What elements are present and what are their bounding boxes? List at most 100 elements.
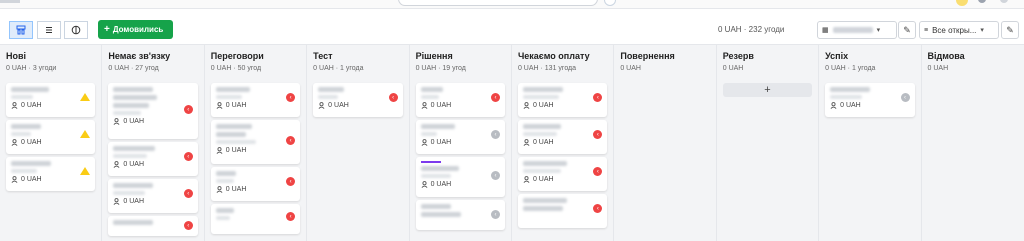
notification-icon[interactable] <box>956 0 968 6</box>
edit-filter-button[interactable]: ✎ <box>1001 21 1019 39</box>
column-awaiting-payment: Чекаємо оплату 0 UAH · 131 угода ‹ 0 UAH… <box>512 45 615 241</box>
pencil-icon: ✎ <box>903 24 911 35</box>
overdue-icon: ‹ <box>183 105 193 114</box>
deal-card[interactable]: 0 UAH <box>6 120 96 154</box>
user-icon <box>421 102 428 109</box>
add-deal-button[interactable]: + Домовились <box>98 20 173 39</box>
column-summary: 0 UAH · 1 угода <box>825 65 876 72</box>
pipeline-name <box>832 27 873 33</box>
column-summary: 0 UAH <box>927 65 949 72</box>
deal-card[interactable]: ‹ <box>210 204 301 234</box>
deal-card[interactable]: ‹ 0 UAH <box>313 83 403 117</box>
deal-card[interactable]: ‹ 0 UAH <box>517 157 608 191</box>
column-refusal: Відмова 0 UAH <box>922 45 1024 241</box>
column-title: Відмова <box>927 51 965 61</box>
deal-amount: 0 UAH <box>532 176 554 183</box>
kanban-board: Нові 0 UAH · 3 угоди 0 UAH 0 UAH 0 UAH Н… <box>0 45 1024 241</box>
warning-icon <box>80 130 91 138</box>
warning-icon <box>80 93 91 101</box>
overdue-icon: ‹ <box>593 93 603 102</box>
column-no-contact: Немає зв'язку 0 UAH · 27 угод ‹ 0 UAH ‹ … <box>102 45 205 241</box>
deal-card[interactable]: ‹ 0 UAH <box>415 120 505 154</box>
deal-card[interactable]: ‹ <box>415 200 505 230</box>
user-avatar[interactable] <box>978 0 986 3</box>
deal-card[interactable]: ‹ 0 UAH <box>517 120 608 154</box>
column-decision: Рішення 0 UAH · 19 угод ‹ 0 UAH ‹ 0 UAH … <box>410 45 512 241</box>
user-icon <box>523 102 530 109</box>
overdue-icon: ‹ <box>183 189 193 198</box>
user-icon <box>216 102 223 109</box>
deal-card[interactable]: ‹ 0 UAH <box>415 157 505 197</box>
add-card-button[interactable]: + <box>722 83 813 97</box>
user-icon <box>216 186 223 193</box>
user-icon <box>830 102 837 109</box>
deal-card[interactable]: ‹ 0 UAH <box>825 83 915 117</box>
user-icon <box>216 147 223 154</box>
user-icon <box>421 139 428 146</box>
deal-amount: 0 UAH <box>225 147 247 154</box>
list-icon <box>46 27 52 33</box>
deal-card[interactable]: 0 UAH <box>6 157 96 191</box>
user-icon <box>318 102 325 109</box>
column-return: Повернення 0 UAH <box>614 45 717 241</box>
stats-icon <box>71 25 81 35</box>
filter-label: Все откры... <box>932 25 977 35</box>
pipeline-summary: 0 UAH · 232 угоди <box>718 25 785 34</box>
deal-card[interactable]: ‹ 0 UAH <box>517 83 608 117</box>
column-title: Успіх <box>825 51 849 61</box>
user-icon <box>11 102 18 109</box>
overdue-icon: ‹ <box>593 167 603 176</box>
column-negotiations: Переговори 0 UAH · 50 угод ‹ 0 UAH ‹ 0 U… <box>205 45 308 241</box>
deal-card[interactable]: 0 UAH <box>6 83 96 117</box>
column-summary: 0 UAH <box>722 65 744 72</box>
no-task-icon: ‹ <box>900 93 910 102</box>
deal-amount: 0 UAH <box>21 139 42 146</box>
pipeline-toolbar: + Домовились 0 UAH · 232 угоди ▦ ▾ ✎ ≡ В… <box>0 9 1024 45</box>
settings-icon[interactable] <box>1000 0 1008 3</box>
pencil-icon: ✎ <box>1006 24 1014 35</box>
stats-view-button[interactable] <box>64 21 88 39</box>
global-search-input[interactable] <box>398 0 598 6</box>
column-title: Чекаємо оплату <box>517 51 590 61</box>
deal-amount: 0 UAH <box>840 102 861 109</box>
kanban-icon: ▦ <box>822 27 829 34</box>
filter-icon: ≡ <box>924 26 929 34</box>
user-icon <box>523 176 530 183</box>
user-icon <box>113 198 120 205</box>
deal-card[interactable]: ‹ <box>517 194 608 228</box>
column-summary: 0 UAH · 19 угод <box>415 65 466 72</box>
warning-icon <box>80 167 91 175</box>
overdue-icon: ‹ <box>286 212 296 221</box>
deal-card[interactable]: ‹ 0 UAH <box>210 83 301 117</box>
pipeline-select[interactable]: ▦ ▾ <box>817 21 897 39</box>
column-summary: 0 UAH · 27 угод <box>108 65 159 72</box>
filter-select[interactable]: ≡ Все откры... ▾ <box>919 21 999 39</box>
no-task-icon: ‹ <box>490 210 500 219</box>
deal-amount: 0 UAH <box>123 198 145 205</box>
kanban-icon <box>16 25 26 35</box>
column-title: Повернення <box>620 51 675 61</box>
deal-amount: 0 UAH <box>21 176 42 183</box>
deal-card[interactable]: ‹ 0 UAH <box>108 142 198 176</box>
overdue-icon: ‹ <box>593 130 603 139</box>
deal-card[interactable]: ‹ 0 UAH <box>108 83 198 139</box>
list-view-button[interactable] <box>37 21 61 39</box>
deal-card[interactable]: ‹ 0 UAH <box>210 167 301 201</box>
deal-card[interactable]: ‹ <box>108 216 198 236</box>
user-icon <box>421 181 428 188</box>
plus-icon: + <box>764 84 771 96</box>
column-summary: 0 UAH · 1 угода <box>313 65 364 72</box>
edit-pipeline-button[interactable]: ✎ <box>898 21 916 39</box>
deal-card[interactable]: ‹ 0 UAH <box>108 179 198 213</box>
column-title: Немає зв'язку <box>108 51 171 61</box>
column-title: Переговори <box>210 51 264 61</box>
deal-card[interactable]: ‹ 0 UAH <box>210 120 301 164</box>
user-icon <box>113 118 120 125</box>
kanban-view-button[interactable] <box>9 21 33 39</box>
add-circle-button[interactable] <box>604 0 616 6</box>
deal-card[interactable]: ‹ 0 UAH <box>415 83 505 117</box>
overdue-icon: ‹ <box>286 93 296 102</box>
deal-amount: 0 UAH <box>225 102 247 109</box>
overdue-icon: ‹ <box>286 177 296 186</box>
top-header-strip <box>0 0 1024 9</box>
